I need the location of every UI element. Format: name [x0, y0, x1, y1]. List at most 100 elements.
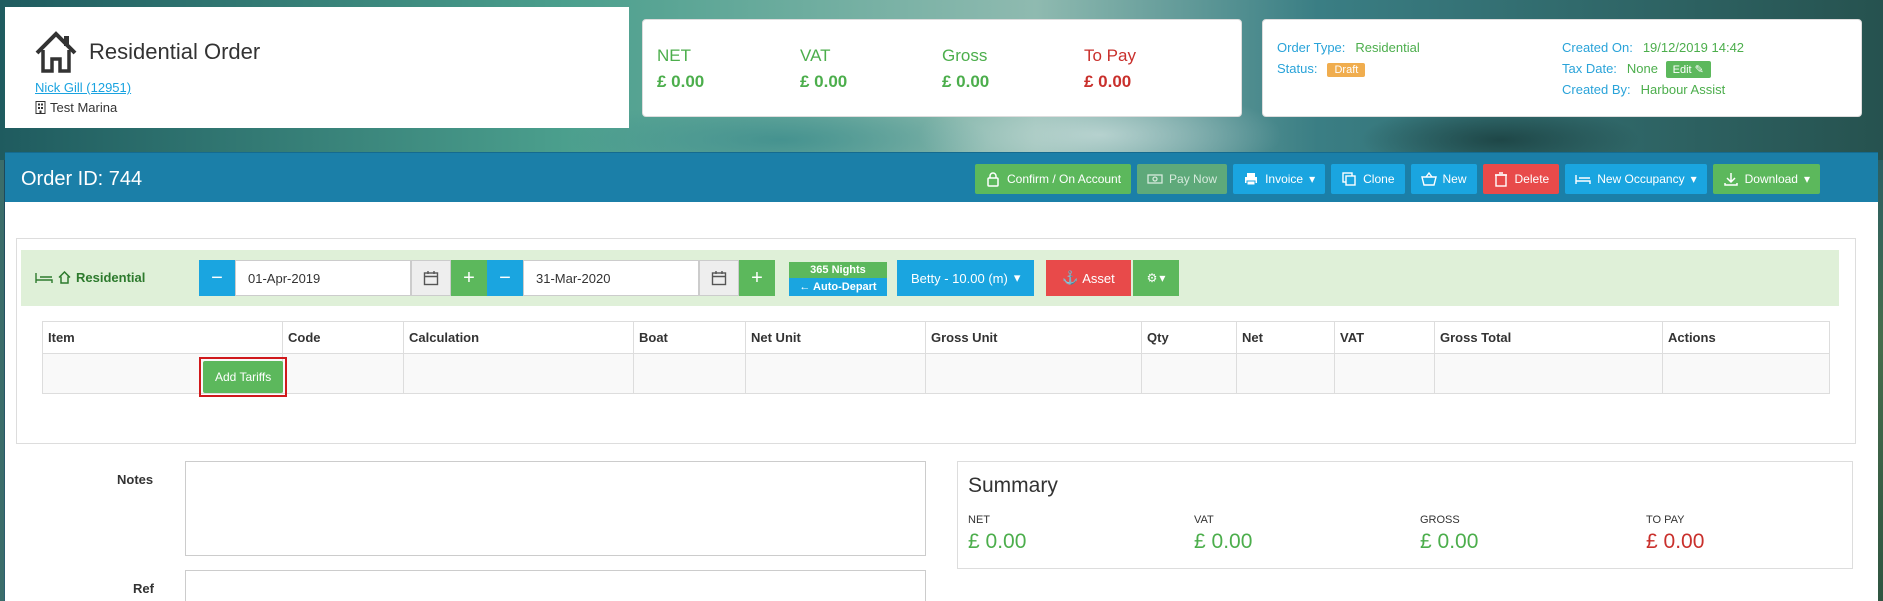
- summary-net-label: NET: [968, 514, 990, 526]
- minus-icon: −: [499, 266, 511, 289]
- column-header: Net Unit: [745, 321, 926, 354]
- created-by: Created By: Harbour Assist: [1562, 82, 1725, 97]
- add-tariffs-button[interactable]: Add Tariffs: [203, 361, 284, 393]
- created-by-label: Created By:: [1562, 82, 1631, 97]
- column-header: Calculation: [403, 321, 634, 354]
- clone-label: Clone: [1363, 172, 1395, 186]
- summary-vat: VAT £ 0.00: [1194, 514, 1252, 554]
- asset-label: Asset: [1082, 270, 1115, 286]
- order-type-value: Residential: [1355, 40, 1420, 55]
- tax-date-value: None: [1626, 61, 1658, 76]
- summary-vat-label: VAT: [1194, 514, 1214, 526]
- delete-button[interactable]: Delete: [1482, 164, 1560, 194]
- total-net-label: NET: [657, 46, 691, 65]
- auto-depart-badge: ← Auto-Depart: [789, 278, 887, 296]
- asset-button[interactable]: ⚓ Asset: [1046, 260, 1131, 296]
- table-cell: [282, 353, 404, 394]
- page-title: Residential Order: [89, 39, 261, 64]
- notes-textarea[interactable]: [185, 461, 926, 556]
- title-row: Residential Order: [33, 29, 260, 75]
- clone-button[interactable]: Clone: [1331, 164, 1405, 194]
- settings-dropdown-button[interactable]: ⚙ ▾: [1133, 260, 1179, 296]
- column-header: Actions: [1662, 321, 1830, 354]
- total-net-value: £ 0.00: [657, 72, 705, 91]
- new-occupancy-button[interactable]: New Occupancy ▾: [1565, 164, 1707, 194]
- end-date-plus-button[interactable]: +: [739, 260, 775, 296]
- total-gross: Gross £ 0.00: [942, 46, 989, 92]
- column-header: Gross Total: [1434, 321, 1663, 354]
- customer-link[interactable]: Nick Gill (12951): [35, 80, 131, 95]
- download-label: Download: [1744, 172, 1798, 186]
- created-on-value: 19/12/2019 14:42: [1642, 40, 1745, 55]
- start-date-minus-button[interactable]: −: [199, 260, 235, 296]
- order-id: Order ID: 744: [21, 168, 143, 190]
- table-cell: [1236, 353, 1335, 394]
- total-topay-label: To Pay: [1084, 46, 1136, 65]
- pay-now-button[interactable]: Pay Now: [1137, 164, 1228, 194]
- table-row: [42, 353, 1830, 394]
- total-topay-value: £ 0.00: [1084, 72, 1132, 91]
- background-photo-edge-left: [0, 160, 4, 601]
- column-header: Boat: [633, 321, 746, 354]
- order-toolbar: Order ID: 744 Confirm / On Account Pay N…: [5, 152, 1878, 202]
- end-date-input[interactable]: 31-Mar-2020: [523, 260, 699, 296]
- table-cell: [1334, 353, 1435, 394]
- boat-select-label: Betty - 10.00 (m): [911, 270, 1008, 286]
- money-icon: [1147, 174, 1163, 184]
- end-date-calendar-button[interactable]: [699, 260, 739, 296]
- invoice-button[interactable]: Invoice ▾: [1233, 164, 1326, 194]
- table-cell: [745, 353, 926, 394]
- created-by-value: Harbour Assist: [1640, 82, 1726, 97]
- confirm-label: Confirm / On Account: [1007, 172, 1122, 186]
- trash-icon: [1494, 172, 1507, 187]
- tax-date: Tax Date: None Edit ✎: [1562, 61, 1711, 78]
- summary-gross-value: £ 0.00: [1420, 530, 1479, 553]
- caret-down-icon: ▾: [1309, 172, 1316, 186]
- ref-input[interactable]: [185, 570, 926, 601]
- order-actions: Confirm / On Account Pay Now Invoice ▾ C…: [975, 164, 1821, 194]
- invoice-label: Invoice: [1265, 172, 1304, 186]
- caret-down-icon: ▾: [1159, 271, 1166, 285]
- print-icon: [1245, 173, 1258, 186]
- anchor-icon: ⚓: [1062, 270, 1079, 285]
- caret-down-icon: ▾: [1690, 172, 1697, 186]
- tax-date-label: Tax Date:: [1562, 61, 1617, 76]
- boat-select[interactable]: Betty - 10.00 (m) ▾: [897, 260, 1035, 296]
- house-icon: [35, 31, 77, 73]
- start-date-plus-button[interactable]: +: [451, 260, 487, 296]
- column-header: Item: [42, 321, 283, 354]
- caret-down-icon: ▾: [1803, 172, 1811, 186]
- table-cell: [1662, 353, 1830, 394]
- plus-icon: +: [751, 266, 763, 289]
- column-header: VAT: [1334, 321, 1435, 354]
- edit-tax-date-button[interactable]: Edit ✎: [1665, 61, 1711, 78]
- summary-title: Summary: [968, 474, 1058, 497]
- bed-icon: [35, 272, 53, 283]
- summary-topay: TO PAY £ 0.00: [1646, 514, 1704, 554]
- total-gross-value: £ 0.00: [942, 72, 990, 91]
- pay-now-label: Pay Now: [1169, 172, 1218, 186]
- total-gross-label: Gross: [942, 46, 988, 65]
- start-date-input[interactable]: 01-Apr-2019: [235, 260, 411, 296]
- new-occupancy-label: New Occupancy: [1597, 172, 1685, 186]
- column-header: Net: [1236, 321, 1335, 354]
- new-button[interactable]: New: [1410, 164, 1477, 194]
- order-type: Order Type: Residential: [1277, 40, 1420, 55]
- summary-net: NET £ 0.00: [968, 514, 1026, 554]
- confirm-button[interactable]: Confirm / On Account: [975, 164, 1132, 194]
- summary-net-value: £ 0.00: [968, 530, 1027, 553]
- nights-badge: 365 Nights ← Auto-Depart: [789, 262, 887, 296]
- residential-label-text: Residential: [76, 270, 146, 285]
- start-date-calendar-button[interactable]: [411, 260, 451, 296]
- order-type-label: Order Type:: [1277, 40, 1346, 55]
- plus-icon: +: [463, 266, 475, 289]
- download-button[interactable]: Download ▾: [1712, 164, 1821, 194]
- order-header-card: Residential Order Nick Gill (12951) Test…: [5, 7, 629, 128]
- delete-label: Delete: [1514, 172, 1550, 186]
- edit-label: Edit: [1672, 64, 1692, 76]
- minus-icon: −: [211, 266, 223, 289]
- total-vat: VAT £ 0.00: [800, 46, 847, 92]
- basket-icon: [1420, 171, 1437, 186]
- total-vat-value: £ 0.00: [800, 72, 848, 91]
- end-date-minus-button[interactable]: −: [487, 260, 523, 296]
